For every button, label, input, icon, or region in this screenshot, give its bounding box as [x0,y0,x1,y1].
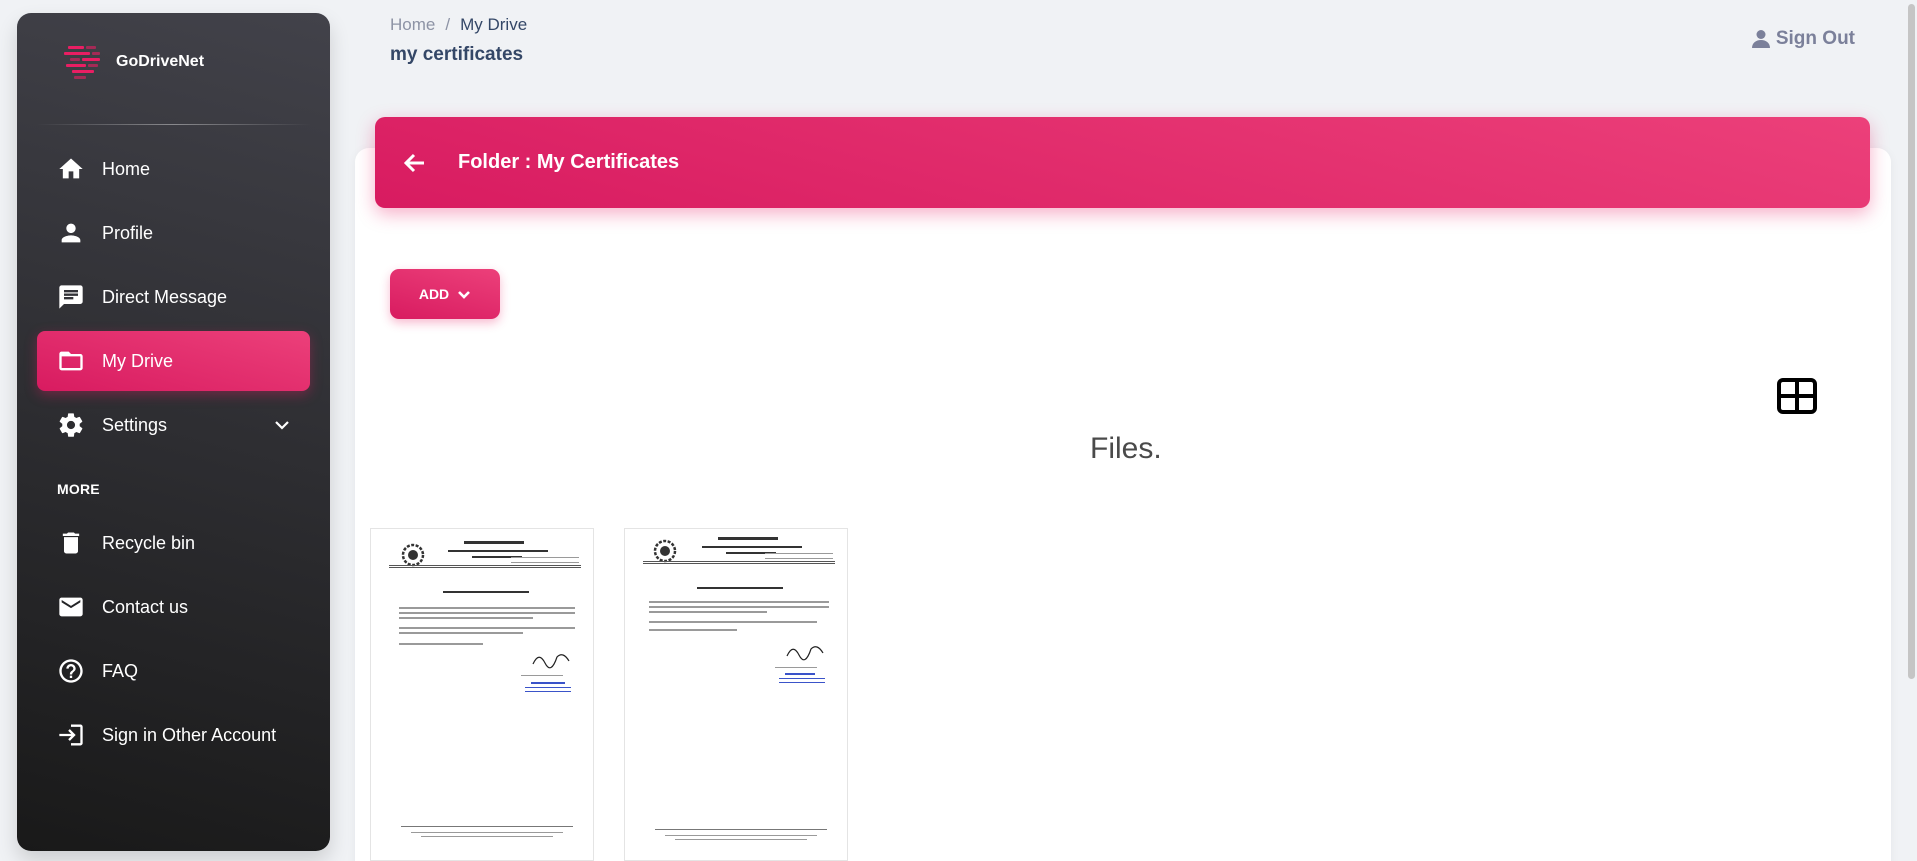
grid-view-icon[interactable] [1777,378,1817,414]
sidebar-item-my-drive[interactable]: My Drive [37,331,310,391]
certificate-preview [625,529,847,860]
folder-title: Folder : My Certificates [458,151,680,173]
document-footer-rule [655,829,827,830]
document-text-line [399,627,575,629]
file-thumbnail[interactable] [624,528,848,861]
registrar-stamp [525,691,571,692]
document-ref-line [765,553,833,554]
document-subject-line [443,591,529,593]
sidebar-item-label: Home [102,158,151,179]
sidebar-item-settings[interactable]: Settings [37,395,310,455]
user-icon [1751,30,1770,48]
folder-icon [57,347,85,375]
document-footer-rule [401,826,573,827]
chevron-down-icon[interactable] [272,415,292,440]
sidebar-section-title: MORE [57,481,100,497]
document-sign-line [775,667,817,668]
sidebar-item-label: Recycle bin [102,532,196,553]
chevron-down-icon [458,291,471,299]
help-icon [57,657,85,685]
document-subject-line [697,587,783,589]
registrar-stamp [779,678,825,679]
document-text-line [399,607,575,609]
document-ref-line [511,562,579,563]
file-thumbnail[interactable] [370,528,594,861]
document-text-line [649,621,817,623]
document-sign-line [521,675,563,676]
document-rule [389,565,581,566]
document-footer-text [675,839,807,840]
login-icon [57,721,85,749]
document-footer-text [411,832,563,833]
mail-icon [57,593,85,621]
sidebar-item-label: My Drive [102,350,173,371]
home-icon [57,155,85,183]
document-rule [389,567,581,568]
breadcrumb-home[interactable]: Home [390,15,435,35]
document-text-line [649,606,829,608]
document-footer-text [665,835,817,836]
document-ref-line [511,557,579,558]
sidebar-item-label: Direct Message [102,286,228,307]
sidebar-item-label: Profile [102,222,154,243]
sidebar: GoDriveNet Home Profile Direct Message M… [17,13,330,851]
add-button-label: ADD [418,286,450,302]
sidebar-item-label: FAQ [102,660,139,681]
document-text-line [649,629,737,631]
breadcrumb-separator: / [445,15,451,34]
sidebar-item-faq[interactable]: FAQ [37,641,310,701]
document-text-line [399,643,483,645]
registrar-stamp [785,673,815,675]
sidebar-item-contact-us[interactable]: Contact us [37,577,310,637]
folder-header: Folder : My Certificates [375,117,1870,208]
brand[interactable]: GoDriveNet [17,13,330,111]
sidebar-item-profile[interactable]: Profile [37,203,310,263]
certificate-preview [371,529,593,860]
page-scrollbar[interactable] [1905,0,1917,861]
brand-name: GoDriveNet [116,53,205,70]
breadcrumb: Home / My Drive [390,15,527,35]
document-rule [643,561,835,562]
document-ref-line [765,558,833,559]
document-text-line [399,612,575,614]
back-arrow-icon[interactable] [402,150,428,176]
signature-icon [532,654,570,669]
document-text-line [649,611,767,613]
document-text-line [399,632,523,634]
person-icon [57,219,85,247]
scrollbar-thumb[interactable] [1908,4,1915,679]
trash-icon [57,529,85,557]
document-footer-text [421,836,553,837]
gear-icon [57,411,85,439]
sidebar-item-label: Settings [102,414,168,435]
sidebar-item-sign-in-other-account[interactable]: Sign in Other Account [37,705,310,765]
sidebar-item-label: Sign in Other Account [102,724,277,745]
brand-logo-icon [64,46,100,79]
registrar-stamp [525,687,571,688]
registrar-stamp [779,682,825,683]
sign-out-button[interactable]: Sign Out [1751,28,1855,50]
sidebar-item-recycle-bin[interactable]: Recycle bin [37,513,310,573]
message-icon [57,283,85,311]
sidebar-item-direct-message[interactable]: Direct Message [37,267,310,327]
sidebar-item-label: Contact us [102,596,189,617]
registrar-stamp [531,682,565,684]
page-title: my certificates [390,44,524,65]
document-rule [643,563,835,564]
breadcrumb-current: My Drive [460,15,528,34]
document-text-line [399,617,533,619]
document-text-line [649,601,829,603]
sign-out-label: Sign Out [1775,28,1855,49]
files-heading: Files. [1090,432,1162,465]
signature-icon [786,646,824,661]
sidebar-divider [36,124,311,125]
sidebar-item-home[interactable]: Home [37,139,310,199]
add-button[interactable]: ADD [390,269,500,319]
